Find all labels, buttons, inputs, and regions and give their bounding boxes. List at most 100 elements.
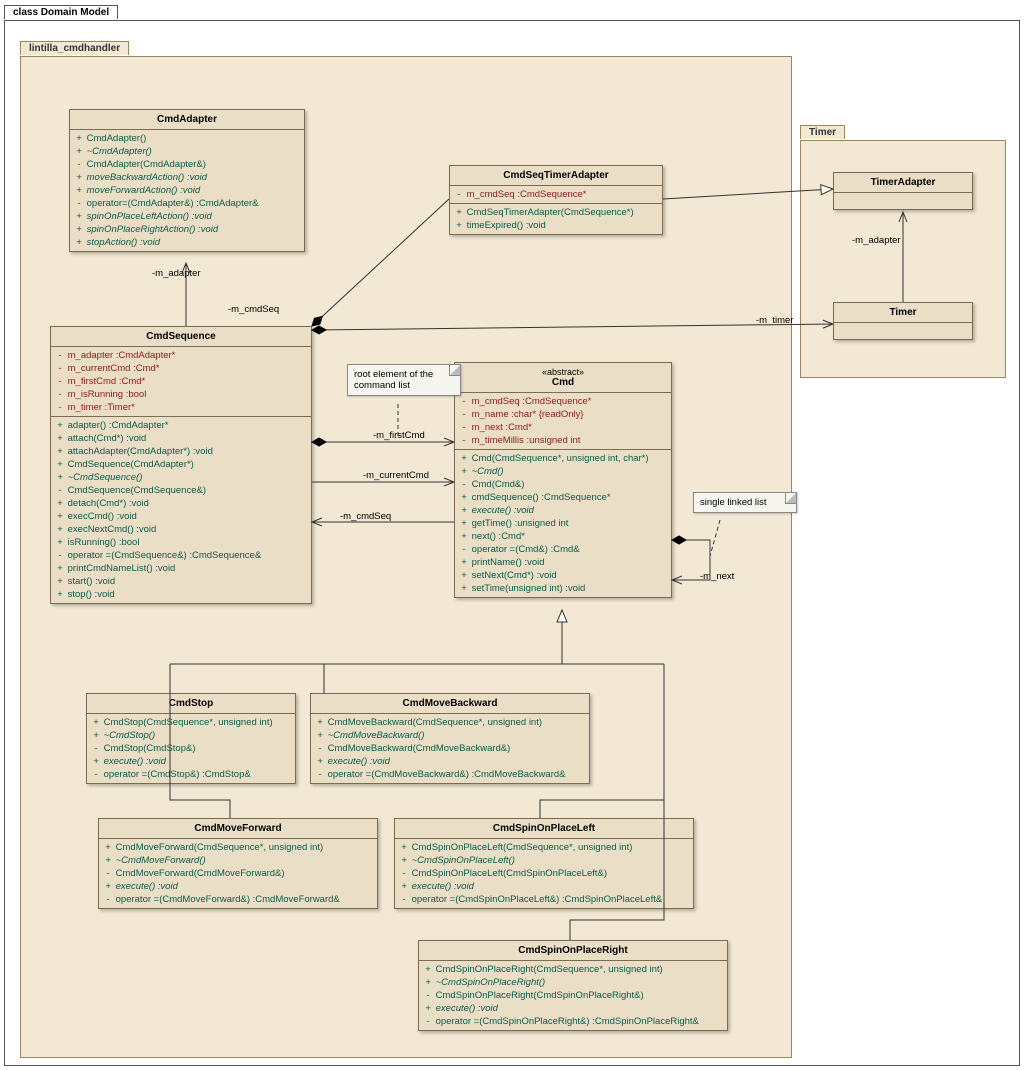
class-operation: - operator =(Cmd&) :Cmd&	[459, 543, 667, 556]
class-attribute: - m_adapter :CmdAdapter*	[55, 349, 307, 362]
class-attribute: - m_name :char* {readOnly}	[459, 408, 667, 421]
label-m-firstcmd: -m_firstCmd	[373, 430, 425, 441]
class-operation: + stopAction() :void	[74, 236, 300, 249]
class-operation: + CmdMoveForward(CmdSequence*, unsigned …	[103, 841, 373, 854]
class-operation: + ~CmdSpinOnPlaceLeft()	[399, 854, 689, 867]
class-operation: + cmdSequence() :CmdSequence*	[459, 491, 667, 504]
class-operation: - Cmd(Cmd&)	[459, 478, 667, 491]
class-operation: - CmdStop(CmdStop&)	[91, 742, 291, 755]
class-attribute: - m_timeMillis :unsigned int	[459, 434, 667, 447]
label-m-cmdseq2: -m_cmdSeq	[340, 511, 391, 522]
class-title: CmdStop	[87, 694, 295, 714]
class-operation: + CmdSpinOnPlaceRight(CmdSequence*, unsi…	[423, 963, 723, 976]
class-title: «abstract»Cmd	[455, 363, 671, 393]
class-operation: + spinOnPlaceLeftAction() :void	[74, 210, 300, 223]
class-operation: - operator =(CmdSpinOnPlaceLeft&) :CmdSp…	[399, 893, 689, 906]
note-single: single linked list	[693, 492, 797, 513]
class-operation: - operator =(CmdMoveBackward&) :CmdMoveB…	[315, 768, 585, 781]
package-timer-tab: Timer	[800, 125, 845, 139]
class-title: CmdSpinOnPlaceLeft	[395, 819, 693, 839]
class-Timer: Timer	[833, 302, 973, 340]
class-operation: + execNextCmd() :void	[55, 523, 307, 536]
class-title: Timer	[834, 303, 972, 323]
class-operation: + ~CmdSequence()	[55, 471, 307, 484]
class-operation: + execute() :void	[399, 880, 689, 893]
label-m-adapter-timer: -m_adapter	[852, 235, 901, 246]
label-m-adapter: -m_adapter	[152, 268, 201, 279]
class-operation: + moveBackwardAction() :void	[74, 171, 300, 184]
class-operation: + timeExpired() :void	[454, 219, 658, 232]
class-attribute: - m_isRunning :bool	[55, 388, 307, 401]
class-operation: + attach(Cmd*) :void	[55, 432, 307, 445]
class-operation: + execCmd() :void	[55, 510, 307, 523]
class-CmdSpinOnPlaceLeft: CmdSpinOnPlaceLeft + CmdSpinOnPlaceLeft(C…	[394, 818, 694, 909]
class-operation: + spinOnPlaceRightAction() :void	[74, 223, 300, 236]
class-attribute: - m_next :Cmd*	[459, 421, 667, 434]
class-operation: - CmdAdapter(CmdAdapter&)	[74, 158, 300, 171]
class-Cmd: «abstract»Cmd- m_cmdSeq :CmdSequence*- m…	[454, 362, 672, 598]
class-operation: + CmdSequence(CmdAdapter*)	[55, 458, 307, 471]
class-operation: + detach(Cmd*) :void	[55, 497, 307, 510]
class-CmdStop: CmdStop+ CmdStop(CmdSequence*, unsigned …	[86, 693, 296, 784]
class-title: CmdSpinOnPlaceRight	[419, 941, 727, 961]
note-root: root element of the command list	[347, 364, 461, 396]
class-operation: - CmdSpinOnPlaceLeft(CmdSpinOnPlaceLeft&…	[399, 867, 689, 880]
class-operation: + execute() :void	[459, 504, 667, 517]
class-title: CmdSequence	[51, 327, 311, 347]
class-TimerAdapter: TimerAdapter	[833, 172, 973, 210]
class-operation: + isRunning() :bool	[55, 536, 307, 549]
class-operation: - operator =(CmdStop&) :CmdStop&	[91, 768, 291, 781]
label-m-cmdseq1: -m_cmdSeq	[228, 304, 279, 315]
class-operation: + printCmdNameList() :void	[55, 562, 307, 575]
class-operation: + stop() :void	[55, 588, 307, 601]
class-title: TimerAdapter	[834, 173, 972, 193]
class-CmdMoveForward: CmdMoveForward + CmdMoveForward(CmdSequen…	[98, 818, 378, 909]
class-operation: - operator =(CmdSequence&) :CmdSequence&	[55, 549, 307, 562]
class-operation: + ~CmdMoveBackward()	[315, 729, 585, 742]
class-title: CmdMoveForward	[99, 819, 377, 839]
class-operation: - operator =(CmdSpinOnPlaceRight&) :CmdS…	[423, 1015, 723, 1028]
class-operation: + setNext(Cmd*) :void	[459, 569, 667, 582]
class-attribute: - m_currentCmd :Cmd*	[55, 362, 307, 375]
label-m-next: -m_next	[700, 571, 734, 582]
class-attribute: - m_cmdSeq :CmdSequence*	[454, 188, 658, 201]
class-operation: - operator=(CmdAdapter&) :CmdAdapter&	[74, 197, 300, 210]
class-CmdAdapter: CmdAdapter+ CmdAdapter()+ ~CmdAdapter()-…	[69, 109, 305, 252]
class-operation: + ~CmdMoveForward()	[103, 854, 373, 867]
class-operation: + Cmd(CmdSequence*, unsigned int, char*)	[459, 452, 667, 465]
class-attribute: - m_cmdSeq :CmdSequence*	[459, 395, 667, 408]
class-CmdSequence: CmdSequence - m_adapter :CmdAdapter*- m_c…	[50, 326, 312, 604]
class-operation: + execute() :void	[103, 880, 373, 893]
class-operation: - operator =(CmdMoveForward&) :CmdMoveFo…	[103, 893, 373, 906]
class-operation: + execute() :void	[315, 755, 585, 768]
diagram-title: class Domain Model	[4, 5, 118, 19]
class-operation: + CmdMoveBackward(CmdSequence*, unsigned…	[315, 716, 585, 729]
label-m-currentcmd: -m_currentCmd	[363, 470, 429, 481]
class-operation: + getTime() :unsigned int	[459, 517, 667, 530]
class-attribute: - m_timer :Timer*	[55, 401, 307, 414]
class-operation: + setTime(unsigned int) :void	[459, 582, 667, 595]
class-operation: + ~CmdSpinOnPlaceRight()	[423, 976, 723, 989]
class-operation: + CmdAdapter()	[74, 132, 300, 145]
class-CmdSpinOnPlaceRight: CmdSpinOnPlaceRight + CmdSpinOnPlaceRight…	[418, 940, 728, 1031]
class-operation: + ~CmdAdapter()	[74, 145, 300, 158]
class-operation: + CmdSpinOnPlaceLeft(CmdSequence*, unsig…	[399, 841, 689, 854]
class-operation: + adapter() :CmdAdapter*	[55, 419, 307, 432]
class-operation: + moveForwardAction() :void	[74, 184, 300, 197]
class-operation: + attachAdapter(CmdAdapter*) :void	[55, 445, 307, 458]
class-operation: - CmdMoveBackward(CmdMoveBackward&)	[315, 742, 585, 755]
class-operation: + ~Cmd()	[459, 465, 667, 478]
class-operation: + ~CmdStop()	[91, 729, 291, 742]
class-operation: + execute() :void	[91, 755, 291, 768]
class-title: CmdAdapter	[70, 110, 304, 130]
class-title: CmdMoveBackward	[311, 694, 589, 714]
class-CmdMoveBackward: CmdMoveBackward + CmdMoveBackward(CmdSequ…	[310, 693, 590, 784]
label-m-timer: -m_timer	[756, 315, 793, 326]
class-operation: - CmdSequence(CmdSequence&)	[55, 484, 307, 497]
class-operation: + start() :void	[55, 575, 307, 588]
class-operation: - CmdSpinOnPlaceRight(CmdSpinOnPlaceRigh…	[423, 989, 723, 1002]
class-operation: + CmdSeqTimerAdapter(CmdSequence*)	[454, 206, 658, 219]
class-operation: + next() :Cmd*	[459, 530, 667, 543]
canvas: class Domain Model lintilla_cmdhandler T…	[0, 0, 1025, 1070]
class-attribute: - m_firstCmd :Cmd*	[55, 375, 307, 388]
